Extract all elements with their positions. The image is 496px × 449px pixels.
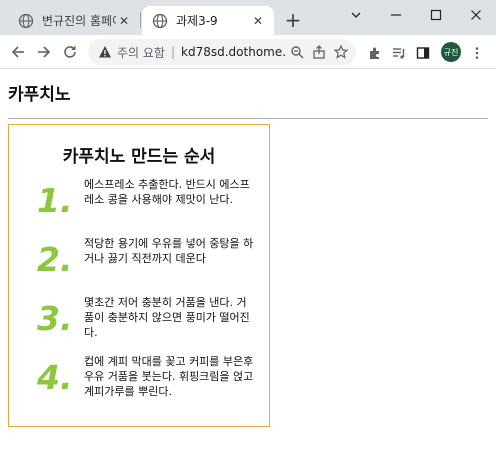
recipe-step: 3. 몇초간 저어 충분히 거품을 낸다. 거품이 충분하지 않으면 풍미가 떨…	[9, 295, 269, 355]
reload-icon[interactable]	[58, 40, 82, 64]
step-text: 몇초간 저어 충분히 거품을 낸다. 거품이 충분하지 않으면 풍미가 떨어진다…	[84, 296, 250, 339]
sidepanel-icon[interactable]	[412, 42, 434, 64]
step-number: 3.	[37, 299, 73, 338]
window-close-icon[interactable]	[456, 0, 496, 30]
share-icon[interactable]	[308, 41, 330, 63]
step-text: 에스프레소 추출한다. 반드시 에스프레소 콩을 사용해야 제맛이 난다.	[84, 178, 250, 206]
minimize-icon[interactable]	[376, 0, 416, 30]
recipe-heading: 카푸치노 만드는 순서	[62, 147, 216, 167]
recipe-step: 1. 에스프레소 추출한다. 반드시 에스프레소 콩을 사용해야 제맛이 난다.	[9, 177, 269, 237]
chevron-down-icon[interactable]	[336, 0, 376, 30]
globe-icon	[18, 13, 34, 28]
page-viewport: 카푸치노 카푸치노 만드는 순서 1. 에스프레소 추출한다. 반드시 에스프레…	[0, 70, 496, 449]
star-icon[interactable]	[330, 41, 352, 63]
tab-homepage[interactable]: 변규진의 홈페이지 ✕	[8, 6, 140, 35]
recipe-step: 4. 컵에 계피 막대를 꽂고 커피를 부은후 우유 거품을 붓는다. 휘핑크림…	[9, 354, 269, 414]
step-number: 2.	[37, 240, 73, 279]
close-icon[interactable]: ✕	[250, 13, 266, 29]
recipe-box: 카푸치노 만드는 순서 1. 에스프레소 추출한다. 반드시 에스프레소 콩을 …	[8, 124, 270, 427]
avatar[interactable]: 규진	[441, 42, 461, 62]
browser-toolbar: 주의 요함 | kd78sd.dothome.co.kr 규진	[0, 35, 496, 69]
maximize-icon[interactable]	[416, 0, 456, 30]
tab-title: 변규진의 홈페이지	[42, 14, 116, 28]
step-text: 컵에 계피 막대를 꽂고 커피를 부은후 우유 거품을 붓는다. 휘핑크림을 얹…	[84, 355, 254, 398]
tab-strip: 변규진의 홈페이지 ✕ 과제3-9 ✕ +	[0, 0, 496, 35]
horizontal-rule	[8, 118, 488, 119]
address-separator: |	[170, 45, 176, 59]
back-icon[interactable]	[6, 40, 30, 64]
tab-title: 과제3-9	[176, 14, 218, 28]
warning-icon[interactable]	[98, 45, 112, 59]
tab-divider	[140, 12, 141, 28]
close-icon[interactable]: ✕	[116, 13, 132, 29]
extensions-icon[interactable]	[364, 42, 386, 64]
url-text: kd78sd.dothome.co.kr	[181, 45, 286, 59]
globe-icon	[152, 13, 168, 28]
address-bar[interactable]: 주의 요함 | kd78sd.dothome.co.kr	[88, 39, 356, 65]
step-text: 적당한 용기에 우유를 넣어 중탕을 하거나 끓기 직전까지 데운다	[84, 237, 254, 265]
page-title: 카푸치노	[8, 85, 71, 105]
plus-icon[interactable]: +	[282, 9, 304, 31]
security-label: 주의 요함	[117, 45, 165, 60]
step-number: 4.	[37, 358, 73, 397]
recipe-step: 2. 적당한 용기에 우유를 넣어 중탕을 하거나 끓기 직전까지 데운다	[9, 236, 269, 296]
more-icon[interactable]	[466, 42, 488, 64]
tab-assignment[interactable]: 과제3-9 ✕	[142, 6, 274, 35]
forward-icon[interactable]	[32, 40, 56, 64]
zoom-icon[interactable]	[286, 41, 308, 63]
step-number: 1.	[37, 181, 73, 220]
media-icon[interactable]	[388, 42, 410, 64]
